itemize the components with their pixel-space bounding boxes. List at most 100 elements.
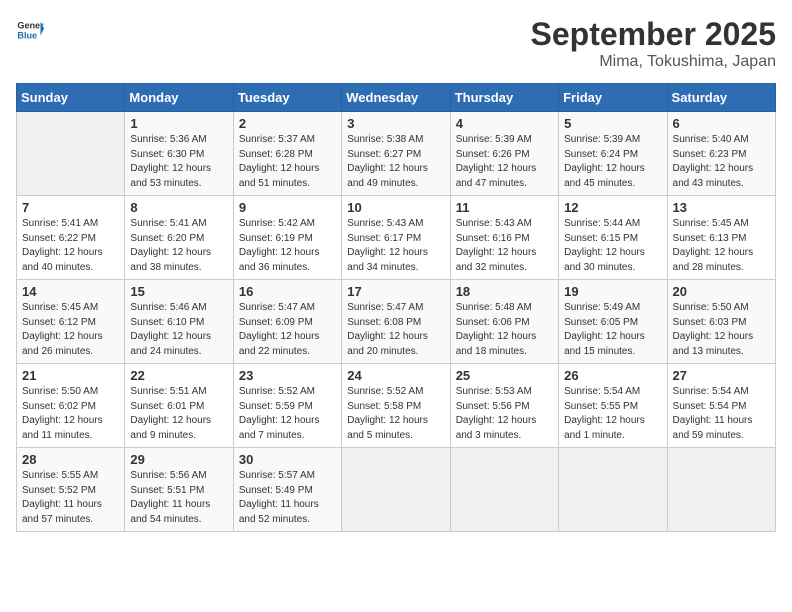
day-number: 18: [456, 284, 553, 299]
calendar-cell: 20 Sunrise: 5:50 AMSunset: 6:03 PMDayligh…: [667, 280, 775, 364]
day-number: 15: [130, 284, 227, 299]
day-details: Sunrise: 5:46 AMSunset: 6:10 PMDaylight:…: [130, 301, 227, 359]
weekday-header-cell: Tuesday: [233, 84, 341, 112]
calendar-cell: 23Sunrise: 5:52 AMSunset: 5:59 PMDayligh…: [233, 364, 341, 448]
day-details: Sunrise: 5:39 AMSunset: 6:24 PMDaylight:…: [564, 133, 661, 191]
calendar-cell: 13 Sunrise: 5:45 AMSunset: 6:13 PMDayligh…: [667, 196, 775, 280]
day-number: 4: [456, 116, 553, 131]
calendar-cell: 19 Sunrise: 5:49 AMSunset: 6:05 PMDayligh…: [559, 280, 667, 364]
calendar-cell: 11Sunrise: 5:43 AMSunset: 6:16 PMDayligh…: [450, 196, 558, 280]
calendar-cell: 30 Sunrise: 5:57 AMSunset: 5:49 PMDayligh…: [233, 448, 341, 532]
calendar-cell: 29 Sunrise: 5:56 AMSunset: 5:51 PMDayligh…: [125, 448, 233, 532]
day-number: 1: [130, 116, 227, 131]
day-details: Sunrise: 5:45 AMSunset: 6:12 PMDaylight:…: [22, 301, 119, 359]
day-number: 19: [564, 284, 661, 299]
calendar-cell: [17, 112, 125, 196]
day-number: 22: [130, 368, 227, 383]
weekday-header-row: SundayMondayTuesdayWednesdayThursdayFrid…: [17, 84, 776, 112]
calendar-week-row: 28Sunrise: 5:55 AMSunset: 5:52 PMDayligh…: [17, 448, 776, 532]
day-details: Sunrise: 5:40 AMSunset: 6:23 PMDaylight:…: [673, 133, 770, 191]
day-details: Sunrise: 5:55 AMSunset: 5:52 PMDaylight:…: [22, 469, 119, 527]
day-number: 12: [564, 200, 661, 215]
day-number: 20: [673, 284, 770, 299]
calendar-cell: [667, 448, 775, 532]
day-details: Sunrise: 5:54 AMSunset: 5:55 PMDaylight:…: [564, 385, 661, 443]
calendar-cell: 17 Sunrise: 5:47 AMSunset: 6:08 PMDayligh…: [342, 280, 450, 364]
calendar-cell: 6Sunrise: 5:40 AMSunset: 6:23 PMDaylight…: [667, 112, 775, 196]
calendar-cell: 24Sunrise: 5:52 AMSunset: 5:58 PMDayligh…: [342, 364, 450, 448]
calendar-week-row: 14 Sunrise: 5:45 AMSunset: 6:12 PMDayligh…: [17, 280, 776, 364]
day-details: Sunrise: 5:49 AMSunset: 6:05 PMDaylight:…: [564, 301, 661, 359]
weekday-header-cell: Saturday: [667, 84, 775, 112]
day-details: Sunrise: 5:57 AMSunset: 5:49 PMDaylight:…: [239, 469, 336, 527]
day-number: 26: [564, 368, 661, 383]
day-number: 17: [347, 284, 444, 299]
day-number: 10: [347, 200, 444, 215]
day-number: 2: [239, 116, 336, 131]
day-number: 30: [239, 452, 336, 467]
day-details: Sunrise: 5:47 AMSunset: 6:08 PMDaylight:…: [347, 301, 444, 359]
day-number: 5: [564, 116, 661, 131]
svg-text:General: General: [17, 21, 44, 31]
calendar-cell: 4 Sunrise: 5:39 AMSunset: 6:26 PMDaylight…: [450, 112, 558, 196]
logo: General Blue: [16, 16, 44, 44]
calendar-week-row: 1 Sunrise: 5:36 AMSunset: 6:30 PMDaylight…: [17, 112, 776, 196]
calendar-cell: [559, 448, 667, 532]
calendar-cell: 25 Sunrise: 5:53 AMSunset: 5:56 PMDayligh…: [450, 364, 558, 448]
day-details: Sunrise: 5:53 AMSunset: 5:56 PMDaylight:…: [456, 385, 553, 443]
title-block: September 2025 Mima, Tokushima, Japan: [531, 16, 776, 71]
svg-text:Blue: Blue: [17, 30, 37, 40]
calendar-cell: 16 Sunrise: 5:47 AMSunset: 6:09 PMDayligh…: [233, 280, 341, 364]
day-number: 21: [22, 368, 119, 383]
calendar-week-row: 7 Sunrise: 5:41 AMSunset: 6:22 PMDaylight…: [17, 196, 776, 280]
calendar-cell: 5 Sunrise: 5:39 AMSunset: 6:24 PMDaylight…: [559, 112, 667, 196]
calendar-cell: 18 Sunrise: 5:48 AMSunset: 6:06 PMDayligh…: [450, 280, 558, 364]
day-details: Sunrise: 5:36 AMSunset: 6:30 PMDaylight:…: [130, 133, 227, 191]
day-details: Sunrise: 5:45 AMSunset: 6:13 PMDaylight:…: [673, 217, 770, 275]
calendar-week-row: 21 Sunrise: 5:50 AMSunset: 6:02 PMDayligh…: [17, 364, 776, 448]
calendar-cell: 14 Sunrise: 5:45 AMSunset: 6:12 PMDayligh…: [17, 280, 125, 364]
calendar-cell: 22Sunrise: 5:51 AMSunset: 6:01 PMDayligh…: [125, 364, 233, 448]
day-details: Sunrise: 5:42 AMSunset: 6:19 PMDaylight:…: [239, 217, 336, 275]
day-number: 7: [22, 200, 119, 215]
day-number: 29: [130, 452, 227, 467]
page-header: General Blue September 2025 Mima, Tokush…: [16, 16, 776, 71]
day-details: Sunrise: 5:41 AMSunset: 6:22 PMDaylight:…: [22, 217, 119, 275]
calendar-cell: 8 Sunrise: 5:41 AMSunset: 6:20 PMDaylight…: [125, 196, 233, 280]
day-number: 27: [673, 368, 770, 383]
weekday-header-cell: Wednesday: [342, 84, 450, 112]
calendar-table: SundayMondayTuesdayWednesdayThursdayFrid…: [16, 83, 776, 532]
calendar-cell: 28Sunrise: 5:55 AMSunset: 5:52 PMDayligh…: [17, 448, 125, 532]
month-title: September 2025: [531, 16, 776, 53]
calendar-cell: 15 Sunrise: 5:46 AMSunset: 6:10 PMDayligh…: [125, 280, 233, 364]
calendar-cell: 26 Sunrise: 5:54 AMSunset: 5:55 PMDayligh…: [559, 364, 667, 448]
day-details: Sunrise: 5:38 AMSunset: 6:27 PMDaylight:…: [347, 133, 444, 191]
day-number: 25: [456, 368, 553, 383]
weekday-header-cell: Friday: [559, 84, 667, 112]
calendar-cell: 27 Sunrise: 5:54 AMSunset: 5:54 PMDayligh…: [667, 364, 775, 448]
day-number: 8: [130, 200, 227, 215]
calendar-cell: 12Sunrise: 5:44 AMSunset: 6:15 PMDayligh…: [559, 196, 667, 280]
weekday-header-cell: Sunday: [17, 84, 125, 112]
location-title: Mima, Tokushima, Japan: [531, 53, 776, 71]
weekday-header-cell: Thursday: [450, 84, 558, 112]
calendar-cell: 3Sunrise: 5:38 AMSunset: 6:27 PMDaylight…: [342, 112, 450, 196]
day-details: Sunrise: 5:50 AMSunset: 6:02 PMDaylight:…: [22, 385, 119, 443]
day-details: Sunrise: 5:43 AMSunset: 6:17 PMDaylight:…: [347, 217, 444, 275]
day-details: Sunrise: 5:37 AMSunset: 6:28 PMDaylight:…: [239, 133, 336, 191]
day-details: Sunrise: 5:54 AMSunset: 5:54 PMDaylight:…: [673, 385, 770, 443]
day-details: Sunrise: 5:52 AMSunset: 5:59 PMDaylight:…: [239, 385, 336, 443]
calendar-cell: 9Sunrise: 5:42 AMSunset: 6:19 PMDaylight…: [233, 196, 341, 280]
day-number: 24: [347, 368, 444, 383]
day-number: 14: [22, 284, 119, 299]
calendar-cell: [450, 448, 558, 532]
calendar-cell: 7 Sunrise: 5:41 AMSunset: 6:22 PMDaylight…: [17, 196, 125, 280]
day-details: Sunrise: 5:48 AMSunset: 6:06 PMDaylight:…: [456, 301, 553, 359]
day-details: Sunrise: 5:47 AMSunset: 6:09 PMDaylight:…: [239, 301, 336, 359]
day-number: 13: [673, 200, 770, 215]
day-details: Sunrise: 5:39 AMSunset: 6:26 PMDaylight:…: [456, 133, 553, 191]
day-details: Sunrise: 5:41 AMSunset: 6:20 PMDaylight:…: [130, 217, 227, 275]
day-details: Sunrise: 5:56 AMSunset: 5:51 PMDaylight:…: [130, 469, 227, 527]
day-details: Sunrise: 5:50 AMSunset: 6:03 PMDaylight:…: [673, 301, 770, 359]
day-number: 16: [239, 284, 336, 299]
